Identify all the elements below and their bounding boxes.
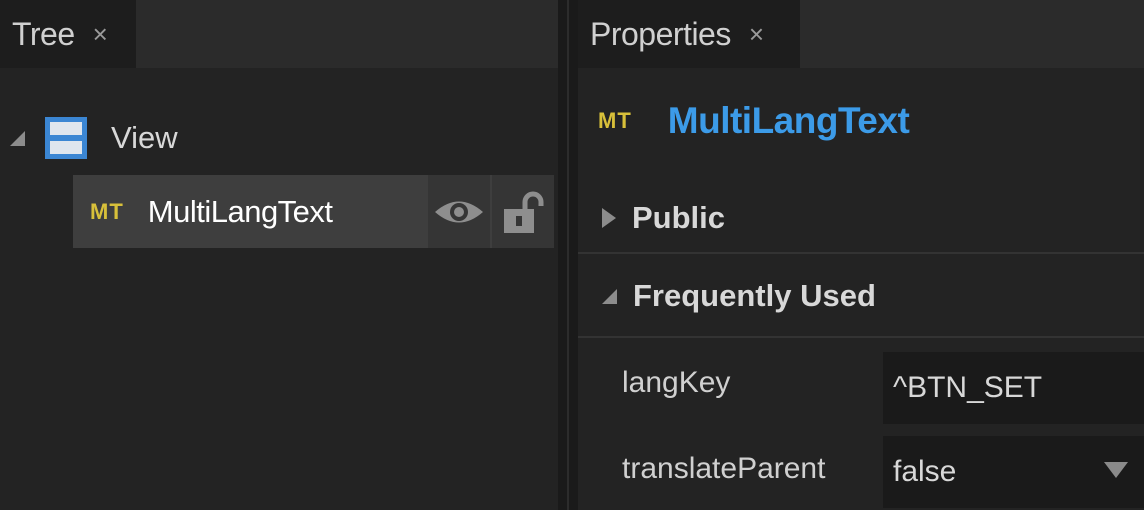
unlock-icon xyxy=(504,191,544,233)
langkey-input[interactable]: ^BTN_SET xyxy=(883,352,1144,424)
view-layout-icon xyxy=(45,117,87,159)
expand-arrow-icon[interactable] xyxy=(602,288,617,304)
translateparent-select[interactable]: false xyxy=(883,436,1144,508)
tree-node-view-label: View xyxy=(111,120,178,155)
tree-node-multilangtext[interactable]: MT MultiLangText xyxy=(73,175,554,248)
mt-badge-icon: MT xyxy=(90,198,124,224)
tab-properties[interactable]: Properties × xyxy=(578,0,800,68)
tree-node-view[interactable]: View xyxy=(10,112,178,164)
langkey-value: ^BTN_SET xyxy=(893,371,1043,404)
close-icon[interactable]: × xyxy=(93,19,108,50)
mt-badge-icon: MT xyxy=(598,108,632,133)
section-frequently-used[interactable]: Frequently Used xyxy=(578,256,1144,336)
section-frequently-used-label: Frequently Used xyxy=(633,278,876,313)
lock-toggle-button[interactable] xyxy=(492,175,554,248)
prop-label-langkey: langKey xyxy=(622,366,731,399)
collapsed-arrow-icon[interactable] xyxy=(602,208,616,228)
expand-arrow-icon[interactable] xyxy=(10,130,25,146)
eye-icon xyxy=(435,201,483,222)
translateparent-value: false xyxy=(893,455,957,488)
properties-panel: Properties × MT MultiLangText Public Fre… xyxy=(578,0,1144,510)
tree-node-multilangtext-label: MultiLangText xyxy=(147,193,333,229)
tree-tabbar: Tree × xyxy=(0,0,558,68)
panel-splitter[interactable] xyxy=(558,0,578,510)
tab-tree-label: Tree xyxy=(12,15,75,52)
tree-panel: Tree × View MT MultiLangText xyxy=(0,0,558,510)
tab-tree[interactable]: Tree × xyxy=(0,0,136,68)
prop-label-translateparent: translateParent xyxy=(622,452,826,485)
divider xyxy=(578,252,1144,254)
section-public[interactable]: Public xyxy=(578,184,1144,252)
component-name: MultiLangText xyxy=(667,100,910,141)
component-header: MT MultiLangText xyxy=(598,100,910,142)
divider xyxy=(578,336,1144,338)
visibility-toggle-button[interactable] xyxy=(428,175,490,248)
close-icon[interactable]: × xyxy=(749,19,764,50)
dropdown-arrow-icon[interactable] xyxy=(1104,462,1128,478)
properties-tabbar: Properties × xyxy=(578,0,1144,68)
section-public-label: Public xyxy=(632,200,726,235)
tab-properties-label: Properties xyxy=(590,15,731,52)
